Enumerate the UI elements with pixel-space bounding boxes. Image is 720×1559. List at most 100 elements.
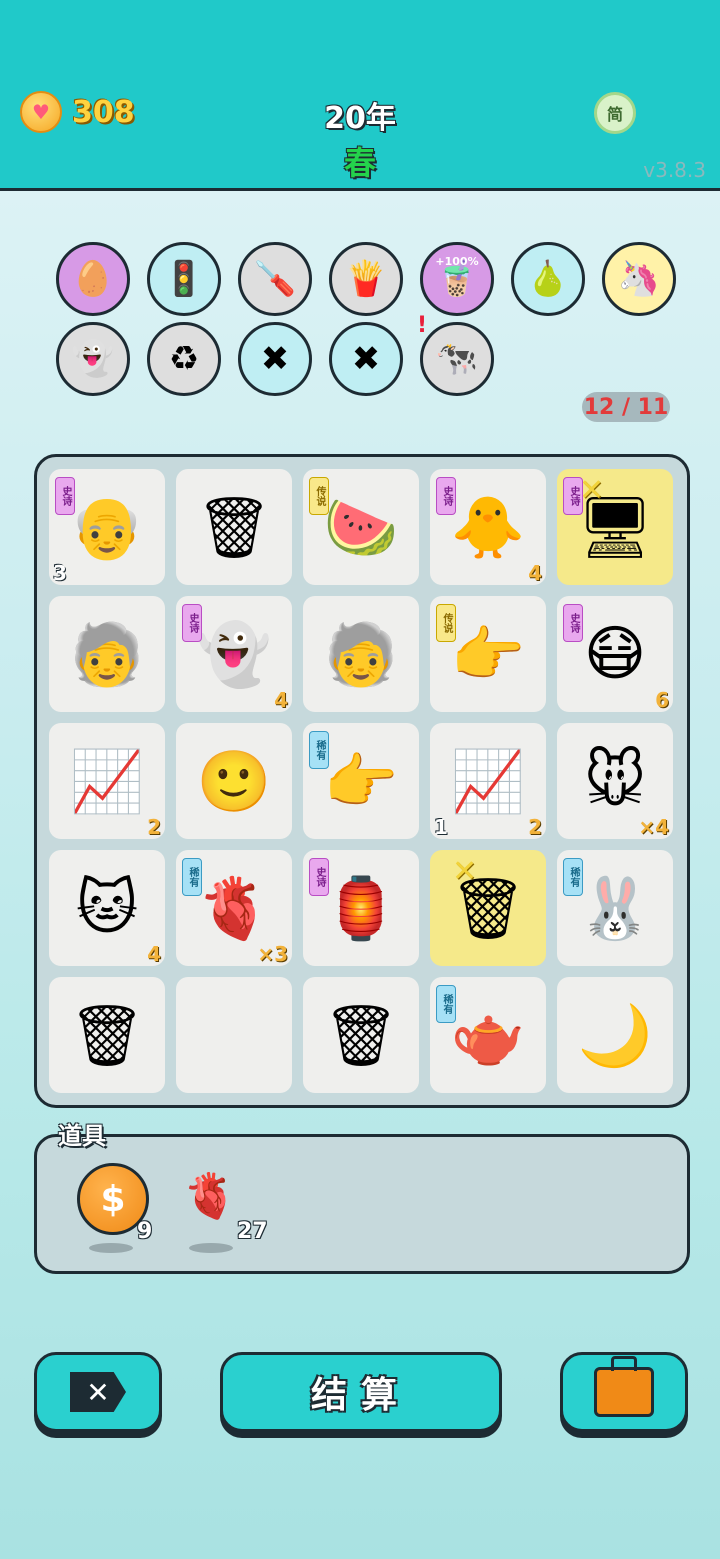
board-cell[interactable]: 🖥 史诗 ✕ <box>557 469 673 585</box>
prop-coin[interactable]: $ 9 <box>77 1163 153 1253</box>
ghost-glyph: 👻 <box>71 339 115 379</box>
board-cell[interactable]: 📈 2 1 <box>430 723 546 839</box>
board-cell[interactable]: 🐥 史诗 4 <box>430 469 546 585</box>
board-cell[interactable]: 🫀 稀有 ×3 <box>176 850 292 966</box>
ghost-icon[interactable]: 👻 <box>56 322 130 396</box>
passive-row: 👻 ♻ ✖ ✖ 🐄! <box>56 313 494 396</box>
balding-man-icon: 🧓 <box>323 619 399 690</box>
trash-bag-icon: 🗑 <box>322 1000 400 1071</box>
prop-liver[interactable]: 🫀 27 <box>177 1163 268 1253</box>
prop-qty: 9 <box>137 1219 153 1244</box>
prop-shadow <box>189 1243 233 1253</box>
board-cell[interactable]: 🍉 传说 <box>303 469 419 585</box>
passive-tag: +100% <box>435 255 479 268</box>
rarity-badge: 传说 <box>309 477 329 515</box>
rarity-badge: 史诗 <box>309 858 329 896</box>
cell-counter-left: 1 <box>434 815 448 839</box>
props-panel: $ 9 🫀 27 <box>34 1134 690 1274</box>
board-cell[interactable]: 👉 稀有 <box>303 723 419 839</box>
rarity-badge: 稀有 <box>563 858 583 896</box>
liver-icon: 🫀 <box>182 1171 238 1222</box>
rarity-badge: 史诗 <box>563 604 583 642</box>
board-cell[interactable]: 🙂 <box>176 723 292 839</box>
board-cell[interactable]: 🌙 <box>557 977 673 1093</box>
moon-icon: 🌙 <box>577 1000 653 1071</box>
fries-glyph: 🍟 <box>344 259 388 299</box>
bucket-icon[interactable]: 🧋 +100% <box>420 242 494 316</box>
tape-x-icon[interactable]: ✖ <box>329 322 403 396</box>
board-cell[interactable]: 🗑 <box>176 469 292 585</box>
cell-counter: 4 <box>147 942 161 966</box>
board-cell[interactable]: 🧓 <box>49 596 165 712</box>
season-label: 春 <box>343 144 376 182</box>
tape-x-icon[interactable]: ✖ <box>238 322 312 396</box>
props-title: 道具 <box>58 1122 106 1150</box>
board-cell[interactable]: 🐱 4 <box>49 850 165 966</box>
board-cell[interactable]: 👴 史诗 3 <box>49 469 165 585</box>
board-cell[interactable]: 👉 传说 <box>430 596 546 712</box>
board-cell[interactable]: 🐭 ×4 <box>557 723 673 839</box>
version-label: v3.8.3 <box>643 158 706 182</box>
cell-counter: 6 <box>655 688 669 712</box>
cell-counter: ×3 <box>257 942 288 966</box>
cell-counter: 2 <box>528 815 542 839</box>
big-trash-bag-icon: 🗑 <box>449 873 527 944</box>
prop-shadow <box>89 1243 133 1253</box>
remove-mark-icon: ✕ <box>579 473 605 508</box>
screwdriver-glyph: 🪛 <box>253 259 297 299</box>
close-icon: ✕ <box>70 1372 126 1412</box>
man-face-icon: 🙂 <box>196 746 272 817</box>
board-cell[interactable]: 🏮 史诗 <box>303 850 419 966</box>
board-cell[interactable]: 📈 2 <box>49 723 165 839</box>
trash-bag-icon: 🗑 <box>68 1000 146 1071</box>
board-cell[interactable]: 😷 史诗 6 <box>557 596 673 712</box>
cell-counter: 4 <box>528 561 542 585</box>
cell-counter-left: 3 <box>53 561 67 585</box>
board-cell[interactable]: 🗑 ✕ <box>430 850 546 966</box>
egg-head-icon[interactable]: 🥚 <box>56 242 130 316</box>
rarity-badge: 史诗 <box>436 477 456 515</box>
board-cell[interactable]: 🧓 <box>303 596 419 712</box>
trash-bag-icon: 🗑 <box>195 492 273 563</box>
inventory-button[interactable] <box>560 1352 688 1432</box>
item-count-badge: 12 / 11 <box>582 392 670 422</box>
rarity-badge: 史诗 <box>182 604 202 642</box>
cell-counter: 4 <box>274 688 288 712</box>
tape-x-glyph: ✖ <box>260 339 290 379</box>
traffic-light-ghost-icon[interactable]: 🚦 <box>147 242 221 316</box>
unicorn-icon[interactable]: 🦄 <box>602 242 676 316</box>
rarity-badge: 史诗 <box>55 477 75 515</box>
empty-cell <box>176 977 292 1093</box>
cow-pair-icon[interactable]: 🐄! <box>417 313 494 396</box>
close-button[interactable]: ✕ <box>34 1352 162 1432</box>
board-cell[interactable]: 🫖 稀有 <box>430 977 546 1093</box>
board-cell[interactable]: 👻 史诗 4 <box>176 596 292 712</box>
language-toggle-button[interactable]: 简 <box>594 92 636 134</box>
settle-label: 结算 <box>310 1375 411 1416</box>
board-cell[interactable]: 🐰 稀有 <box>557 850 673 966</box>
recycle-bag-glyph: ♻ <box>168 339 200 379</box>
rarity-badge: 传说 <box>436 604 456 642</box>
board-cell[interactable]: 🗑 <box>303 977 419 1093</box>
rarity-badge: 稀有 <box>436 985 456 1023</box>
rarity-badge: 稀有 <box>182 858 202 896</box>
traffic-light-ghost-glyph: 🚦 <box>162 259 206 299</box>
board-cell[interactable]: 🗑 <box>49 977 165 1093</box>
top-bar: ♥ 308 20年 春 简 v3.8.3 <box>0 0 720 191</box>
cell-counter: ×4 <box>638 815 669 839</box>
slot-board: 👴 史诗 3 🗑 🍉 传说 🐥 史诗 4 🖥 史诗 ✕ 🧓 👻 史诗 4 🧓 👉 传说 😷 史诗 6 📈 2 🙂 👉 稀有 📈 2 1 🐭 ×… <box>34 454 690 1108</box>
pomelo-glyph: 🍐 <box>526 259 570 299</box>
screwdriver-icon[interactable]: 🪛 <box>238 242 312 316</box>
board-cell[interactable] <box>176 977 292 1093</box>
passive-row: 🥚 🚦 🪛 🍟 🧋 +100% 🍐 🦄 <box>56 242 676 316</box>
fries-icon[interactable]: 🍟 <box>329 242 403 316</box>
pomelo-icon[interactable]: 🍐 <box>511 242 585 316</box>
cow-pair-glyph: 🐄 <box>435 339 479 379</box>
prop-qty: 27 <box>237 1219 268 1244</box>
balding-man-icon: 🧓 <box>69 619 145 690</box>
recycle-bag-icon[interactable]: ♻ <box>147 322 221 396</box>
rarity-badge: 稀有 <box>309 731 329 769</box>
egg-head-glyph: 🥚 <box>71 259 115 299</box>
settle-button[interactable]: 结算 <box>220 1352 502 1432</box>
cell-counter: 2 <box>147 815 161 839</box>
